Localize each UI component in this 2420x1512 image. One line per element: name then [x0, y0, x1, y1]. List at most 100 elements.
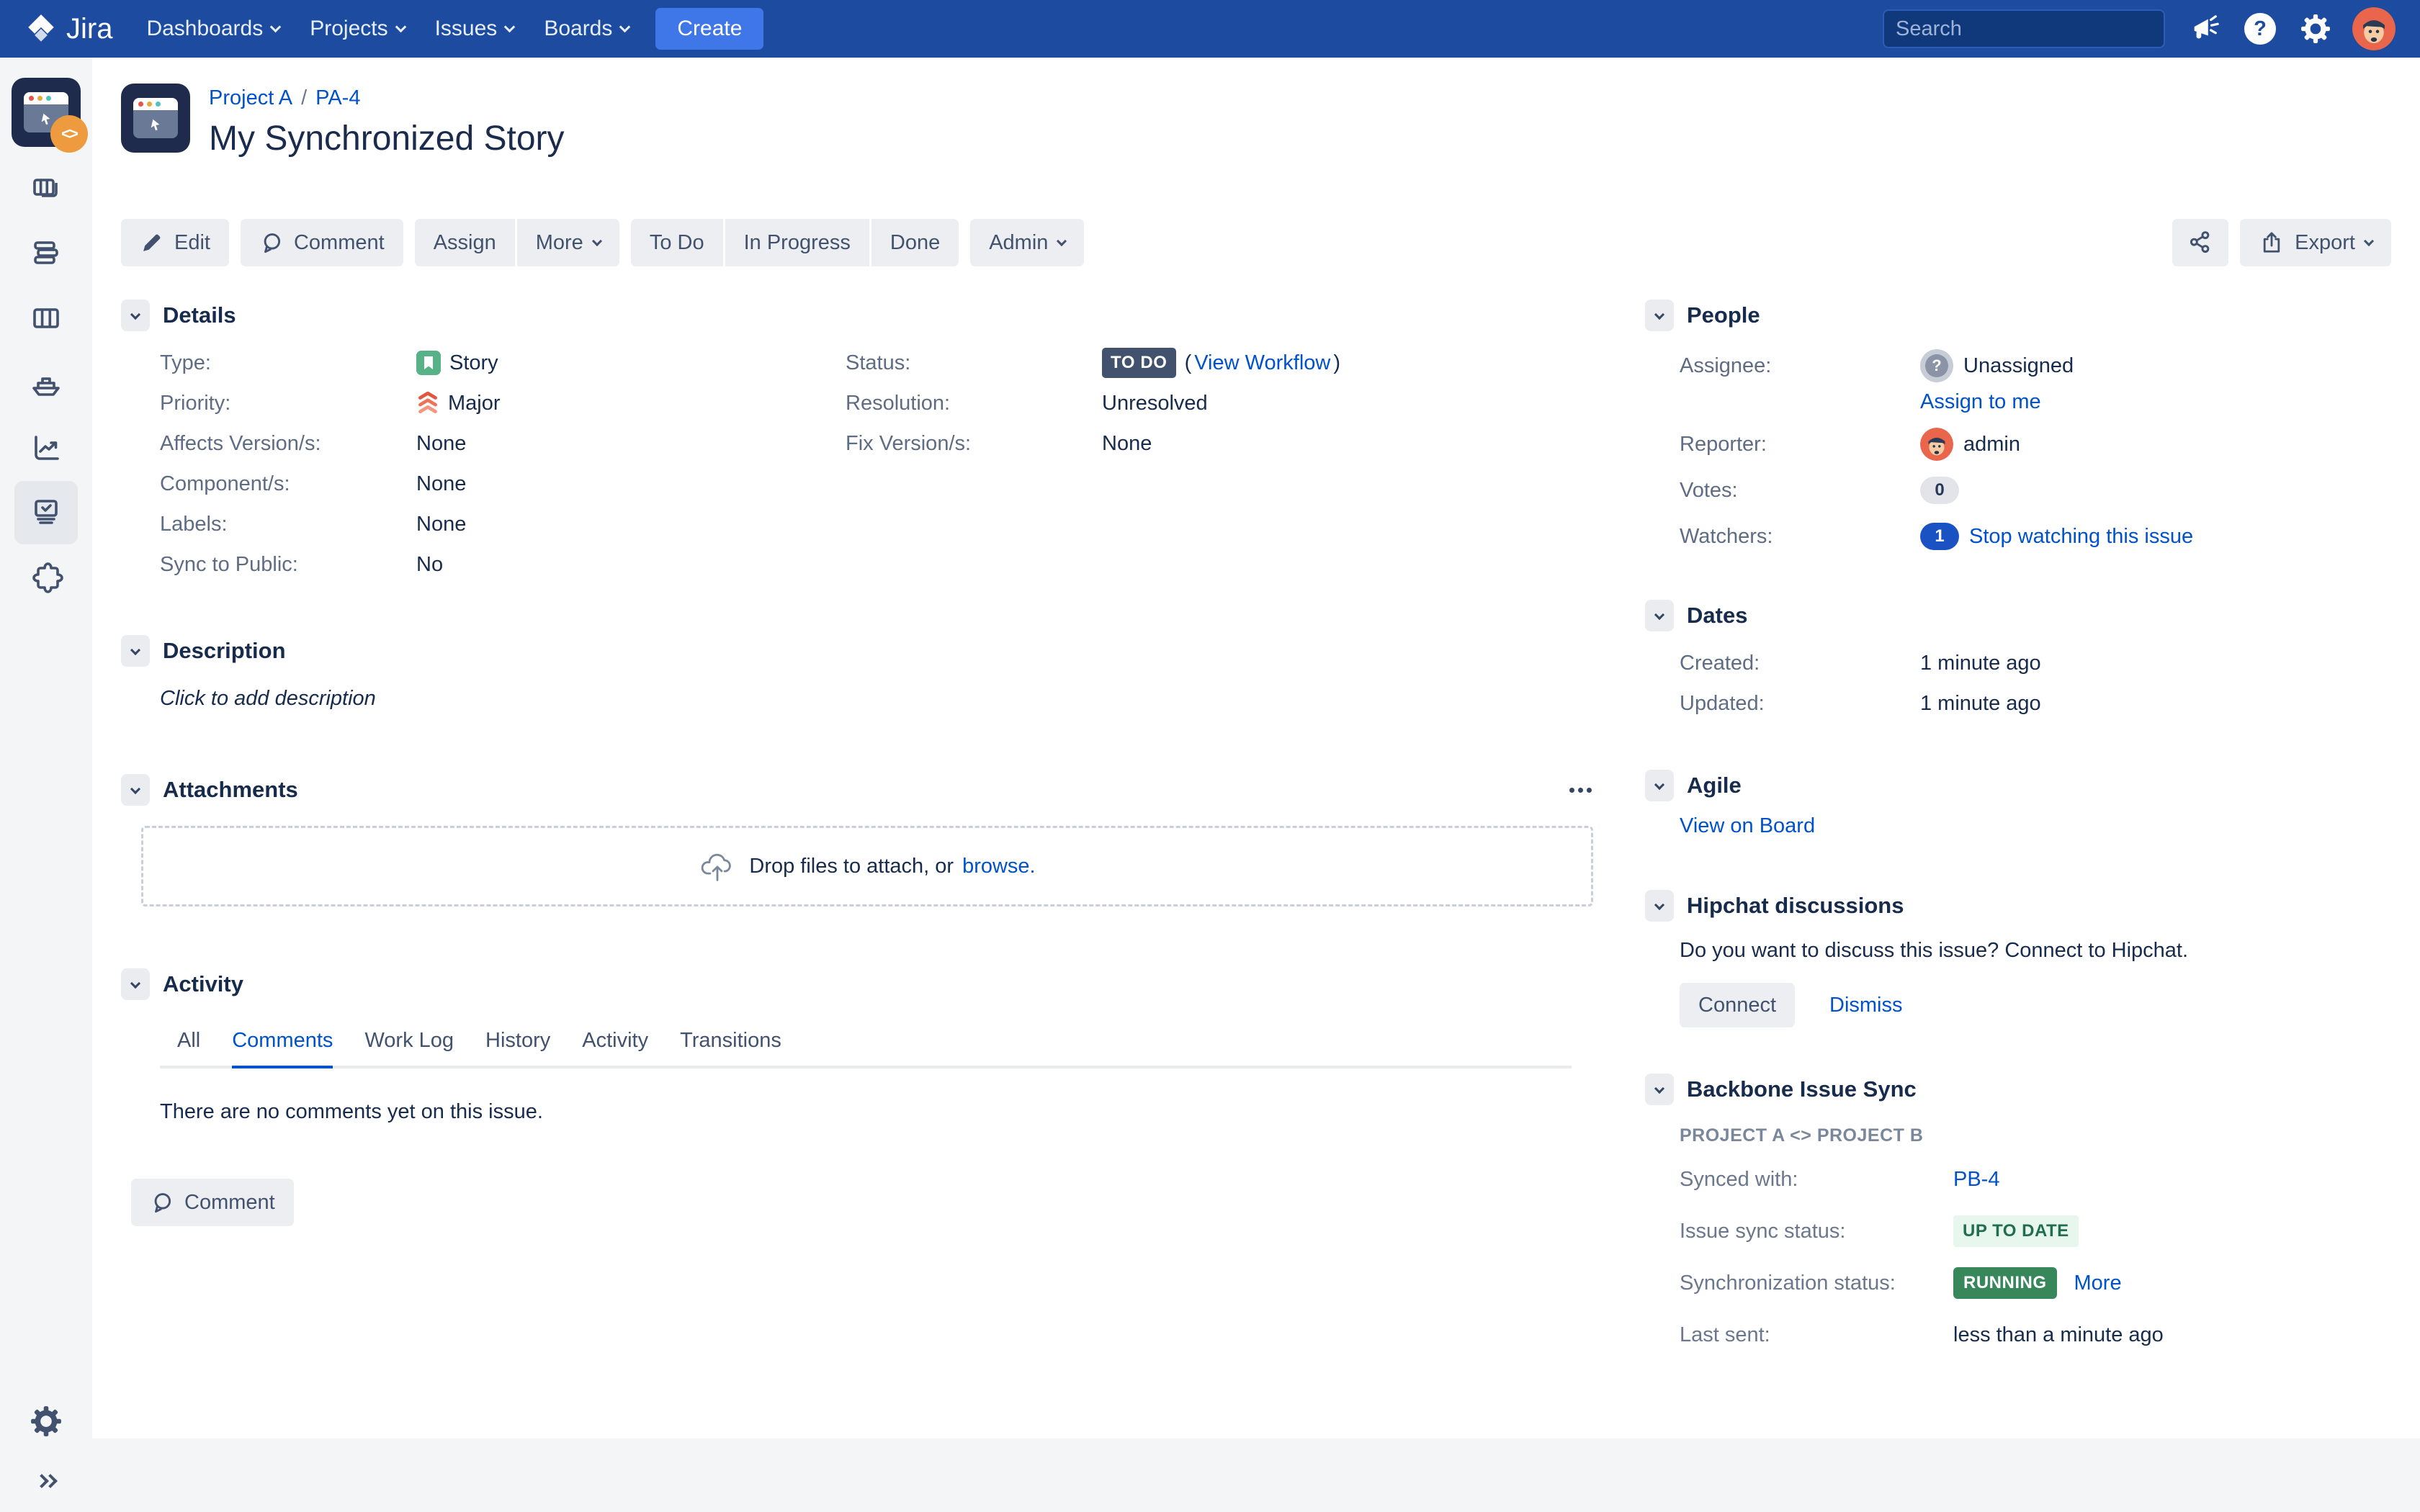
nav-projects[interactable]: Projects: [295, 0, 419, 58]
hipchat-connect-button[interactable]: Connect: [1680, 983, 1795, 1027]
watchers-row: Watchers: 1 Stop watching this issue: [1645, 513, 2391, 559]
votes-row: Votes: 0: [1645, 467, 2391, 513]
collapse-chevron-icon[interactable]: [121, 774, 150, 806]
edit-button[interactable]: Edit: [121, 219, 229, 266]
collapse-chevron-icon[interactable]: [1645, 300, 1674, 331]
nav-dashboards[interactable]: Dashboards: [131, 0, 295, 58]
collapse-chevron-icon[interactable]: [1645, 770, 1674, 801]
breadcrumb-issue-link[interactable]: PA-4: [315, 86, 360, 110]
field-label: Synchronization status:: [1680, 1272, 1953, 1295]
tab-transitions[interactable]: Transitions: [680, 1029, 781, 1066]
collapse-chevron-icon[interactable]: [1645, 890, 1674, 922]
assign-to-me-link[interactable]: Assign to me: [1920, 390, 2041, 413]
more-button[interactable]: More: [517, 219, 619, 266]
view-on-board-link[interactable]: View on Board: [1680, 814, 1815, 837]
queues-icon: [29, 236, 63, 271]
collapse-chevron-icon[interactable]: [121, 300, 150, 331]
hipchat-section-header: Hipchat discussions: [1645, 890, 2391, 922]
button-label: To Do: [650, 231, 704, 255]
sidebar-settings[interactable]: [14, 1390, 78, 1453]
help-icon[interactable]: [2244, 13, 2276, 45]
field-value: 1 minute ago: [1920, 652, 2041, 675]
collapse-chevron-icon[interactable]: [1645, 1074, 1674, 1105]
tab-history[interactable]: History: [485, 1029, 550, 1066]
priority-major-icon: [416, 391, 439, 415]
backbone-sync-section: Backbone Issue Sync PROJECT A <> PROJECT…: [1645, 1074, 2391, 1361]
story-type-icon: [416, 351, 441, 375]
sidebar-item-addons[interactable]: [14, 546, 78, 609]
tab-activity[interactable]: Activity: [582, 1029, 648, 1066]
collapse-chevron-icon[interactable]: [121, 635, 150, 667]
share-button[interactable]: [2172, 219, 2228, 266]
synced-issue-link[interactable]: PB-4: [1953, 1168, 1999, 1192]
search-box[interactable]: [1883, 9, 2165, 48]
assignee-row: Assignee: Unassigned: [1645, 343, 2391, 389]
field-label: Created:: [1680, 652, 1920, 675]
field-label: Last sent:: [1680, 1323, 1953, 1347]
field-label: Labels:: [160, 513, 416, 536]
nav-issues[interactable]: Issues: [420, 0, 529, 58]
field-label: Status:: [846, 351, 1102, 375]
sidebar-item-releases[interactable]: [14, 351, 78, 415]
attachments-menu-icon[interactable]: [1569, 788, 1592, 793]
activity-section: Activity All Comments Work Log History A…: [121, 968, 1602, 1226]
comment-button-bottom[interactable]: Comment: [131, 1179, 294, 1226]
field-label: Reporter:: [1680, 433, 1920, 456]
nav-boards[interactable]: Boards: [529, 0, 644, 58]
field-label: Assignee:: [1680, 354, 1920, 378]
search-input[interactable]: [1896, 17, 2167, 41]
description-placeholder[interactable]: Click to add description: [160, 687, 1602, 711]
assign-button[interactable]: Assign: [415, 219, 515, 266]
browse-link[interactable]: browse.: [962, 855, 1036, 878]
tab-all[interactable]: All: [177, 1029, 200, 1066]
sidebar-item-issues[interactable]: [14, 481, 78, 544]
gear-icon[interactable]: [2300, 14, 2331, 44]
stop-watching-link[interactable]: Stop watching this issue: [1969, 525, 2193, 549]
in-progress-transition-button[interactable]: In Progress: [725, 219, 869, 266]
section-title: Attachments: [163, 777, 298, 803]
section-title: Description: [163, 638, 286, 664]
admin-button[interactable]: Admin: [970, 219, 1084, 266]
jira-logo[interactable]: Jira: [24, 12, 112, 45]
sidebar-item-reports[interactable]: [14, 416, 78, 480]
hipchat-dismiss-link[interactable]: Dismiss: [1829, 994, 1903, 1017]
export-button[interactable]: Export: [2240, 219, 2391, 266]
project-avatar[interactable]: [121, 84, 190, 153]
agile-section: Agile View on Board: [1645, 770, 2391, 838]
sidebar-item-queues[interactable]: [14, 222, 78, 285]
megaphone-icon[interactable]: [2190, 14, 2220, 44]
kanban-columns-icon: [29, 301, 63, 336]
attachment-dropzone[interactable]: Drop files to attach, or browse.: [141, 826, 1593, 906]
votes-badge[interactable]: 0: [1920, 477, 1959, 504]
field-label: Synced with:: [1680, 1168, 1953, 1192]
button-label: In Progress: [744, 231, 851, 255]
todo-transition-button[interactable]: To Do: [631, 219, 723, 266]
sync-connection-label: PROJECT A <> PROJECT B: [1645, 1125, 2391, 1146]
field-value: None: [416, 513, 466, 536]
attachments-section-header: Attachments: [121, 774, 1602, 806]
sidebar-item-boards[interactable]: [14, 157, 78, 220]
tab-comments[interactable]: Comments: [232, 1029, 333, 1066]
view-workflow-link[interactable]: View Workflow: [1194, 351, 1330, 375]
collapse-chevron-icon[interactable]: [121, 968, 150, 1000]
breadcrumb-project-link[interactable]: Project A: [209, 86, 292, 110]
user-avatar[interactable]: [2352, 7, 2396, 50]
code-badge-icon: [50, 115, 88, 153]
chevron-down-icon: [504, 21, 516, 32]
field-value: Major: [416, 391, 501, 415]
tab-work-log[interactable]: Work Log: [364, 1029, 454, 1066]
create-button[interactable]: Create: [655, 8, 763, 50]
sidebar-project-avatar[interactable]: [12, 78, 81, 147]
sidebar-expand-icon[interactable]: [37, 1476, 55, 1486]
field-label: Fix Version/s:: [846, 432, 1102, 456]
sync-more-link[interactable]: More: [2074, 1272, 2122, 1295]
comment-button[interactable]: Comment: [241, 219, 403, 266]
jira-logo-text: Jira: [66, 13, 112, 45]
sidebar-item-board-columns[interactable]: [14, 287, 78, 350]
releases-ship-icon: [29, 366, 63, 400]
collapse-chevron-icon[interactable]: [1645, 600, 1674, 631]
done-transition-button[interactable]: Done: [871, 219, 959, 266]
running-badge: RUNNING: [1953, 1267, 2057, 1299]
watchers-badge[interactable]: 1: [1920, 523, 1959, 550]
section-title: Agile: [1687, 773, 1742, 798]
